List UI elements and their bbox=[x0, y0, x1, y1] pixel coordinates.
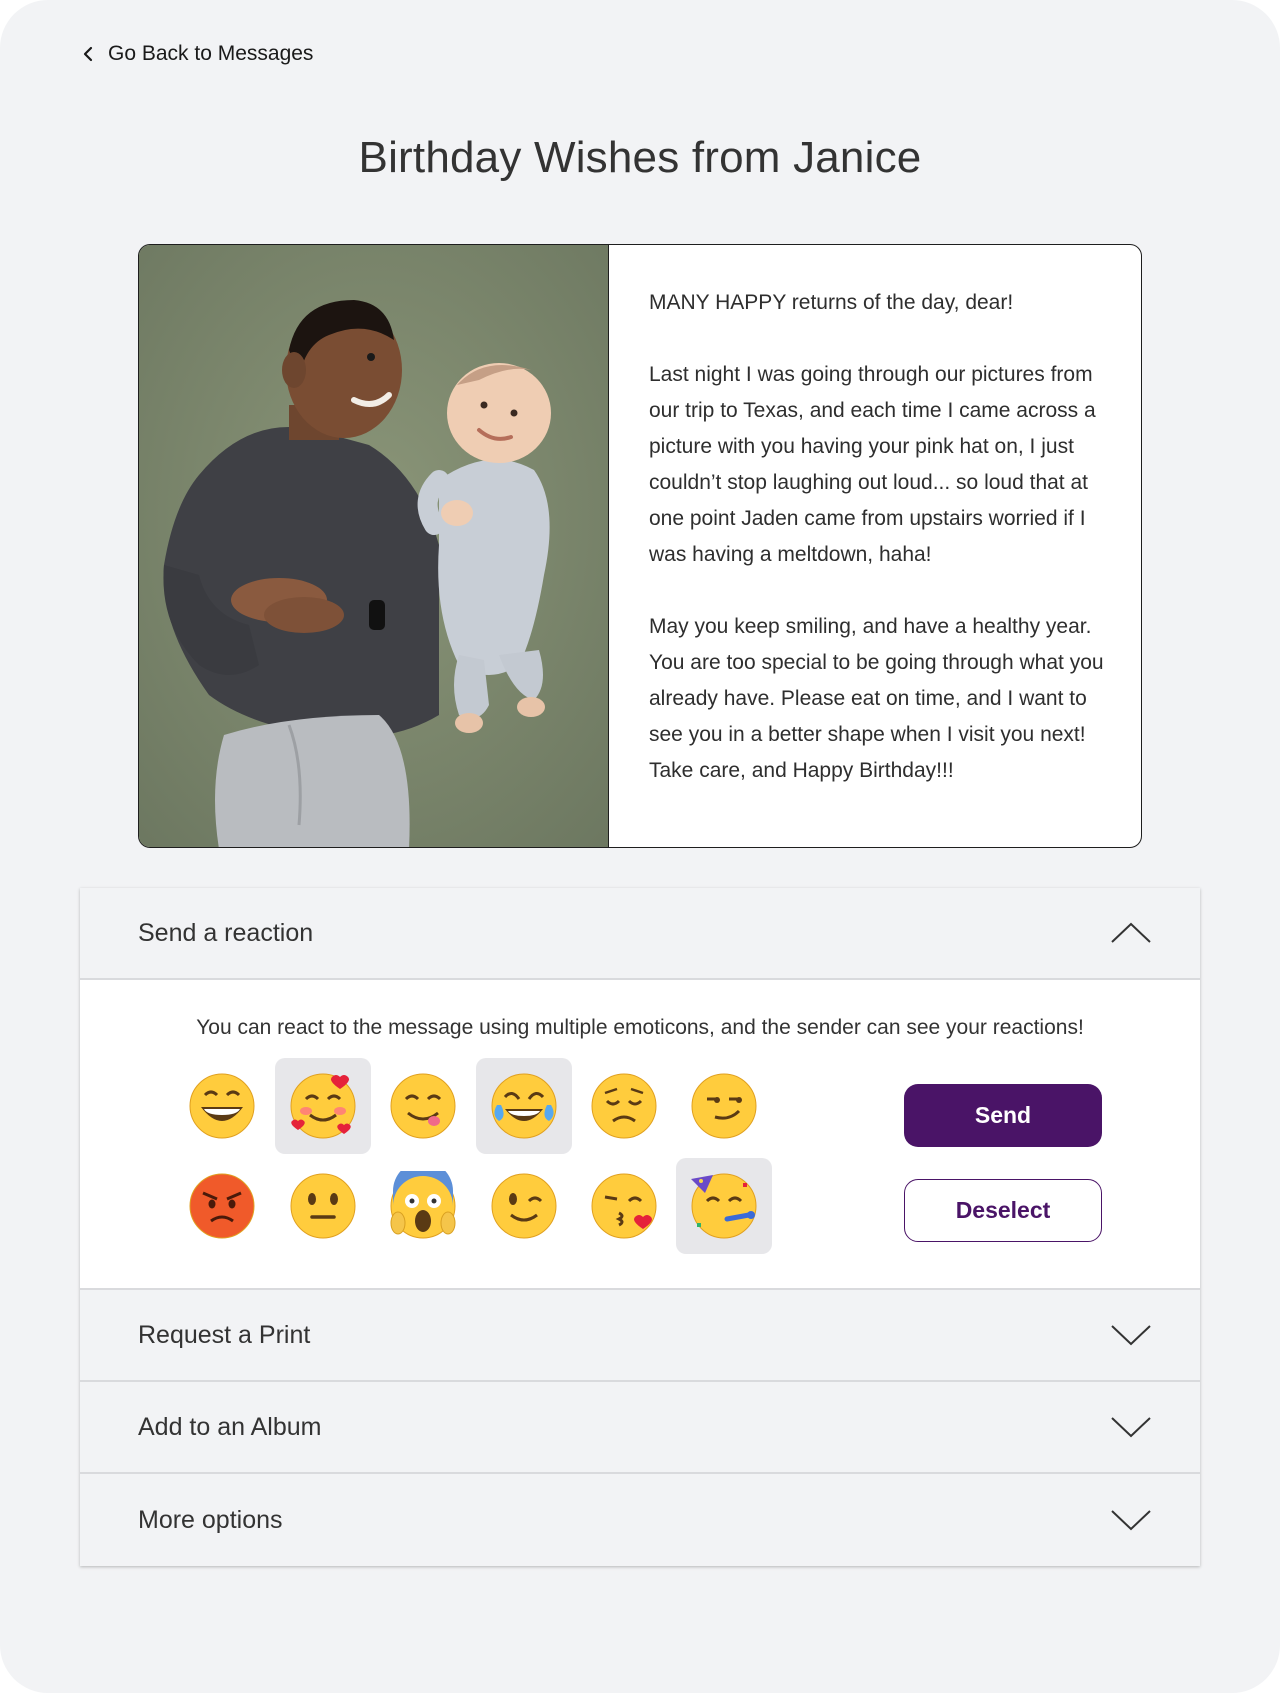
emoji-grinning-face[interactable] bbox=[174, 1058, 270, 1154]
accordion-header-more-options[interactable]: More options bbox=[80, 1474, 1200, 1566]
disappointed-face-icon bbox=[591, 1073, 657, 1139]
face-blowing-a-kiss-icon bbox=[591, 1173, 657, 1239]
page-title: Birthday Wishes from Janice bbox=[358, 133, 922, 182]
message-text: MANY HAPPY returns of the day, dear! Las… bbox=[609, 245, 1141, 847]
face-savoring-food-icon bbox=[390, 1073, 456, 1139]
chevron-down-icon bbox=[1111, 1510, 1151, 1531]
message-paragraph: MANY HAPPY returns of the day, dear! bbox=[649, 291, 1014, 314]
message-paragraph: May you keep smiling, and have a healthy… bbox=[649, 615, 1104, 782]
deselect-button[interactable]: Deselect bbox=[904, 1179, 1102, 1242]
accordion-label: Request a Print bbox=[138, 1320, 311, 1349]
face-screaming-in-fear-icon bbox=[390, 1171, 456, 1239]
message-paragraph: Last night I was going through our pictu… bbox=[649, 363, 1096, 566]
emoji-face-with-tears-of-joy[interactable] bbox=[476, 1058, 572, 1154]
emoji-neutral-face[interactable] bbox=[275, 1158, 371, 1254]
message-card: MANY HAPPY returns of the day, dear! Las… bbox=[138, 244, 1142, 848]
emoji-disappointed-face[interactable] bbox=[576, 1058, 672, 1154]
emoji-angry-face[interactable] bbox=[174, 1158, 270, 1254]
partying-face-icon bbox=[691, 1173, 757, 1239]
face-with-tears-of-joy-icon bbox=[491, 1073, 557, 1139]
app-frame: Go Back to Messages Birthday Wishes from… bbox=[0, 0, 1280, 1693]
smirking-face-icon bbox=[691, 1073, 757, 1139]
emoji-winking-face[interactable] bbox=[476, 1158, 572, 1254]
smiling-face-with-hearts-icon bbox=[290, 1073, 356, 1139]
grinning-face-icon bbox=[189, 1073, 255, 1139]
photo-illustration bbox=[139, 245, 608, 847]
accordion-label: Add to an Album bbox=[138, 1412, 322, 1441]
chevron-up-icon bbox=[1111, 922, 1151, 943]
chevron-down-icon bbox=[1111, 1417, 1151, 1438]
emoji-smirking-face[interactable] bbox=[676, 1058, 772, 1154]
emoji-face-screaming-in-fear[interactable] bbox=[375, 1158, 471, 1254]
chevron-left-icon bbox=[83, 46, 93, 62]
accordion-header-add-to-album[interactable]: Add to an Album bbox=[80, 1382, 1200, 1474]
back-link-label: Go Back to Messages bbox=[108, 42, 314, 65]
accordion-header-send-reaction[interactable]: Send a reaction bbox=[80, 888, 1200, 980]
accordion-header-request-print[interactable]: Request a Print bbox=[80, 1290, 1200, 1382]
emoji-face-savoring-food[interactable] bbox=[375, 1058, 471, 1154]
reaction-hint: You can react to the message using multi… bbox=[196, 1016, 1084, 1039]
emoji-partying-face[interactable] bbox=[676, 1158, 772, 1254]
message-photo bbox=[139, 245, 609, 847]
angry-face-icon bbox=[189, 1173, 255, 1239]
chevron-down-icon bbox=[1111, 1325, 1151, 1346]
send-button[interactable]: Send bbox=[904, 1084, 1102, 1147]
winking-face-icon bbox=[491, 1173, 557, 1239]
back-to-messages-link[interactable]: Go Back to Messages bbox=[82, 42, 313, 66]
emoji-face-blowing-a-kiss[interactable] bbox=[576, 1158, 672, 1254]
emoji-smiling-face-with-hearts[interactable] bbox=[275, 1058, 371, 1154]
accordion-label: Send a reaction bbox=[138, 918, 314, 947]
neutral-face-icon bbox=[290, 1173, 356, 1239]
accordion-label: More options bbox=[138, 1505, 283, 1534]
